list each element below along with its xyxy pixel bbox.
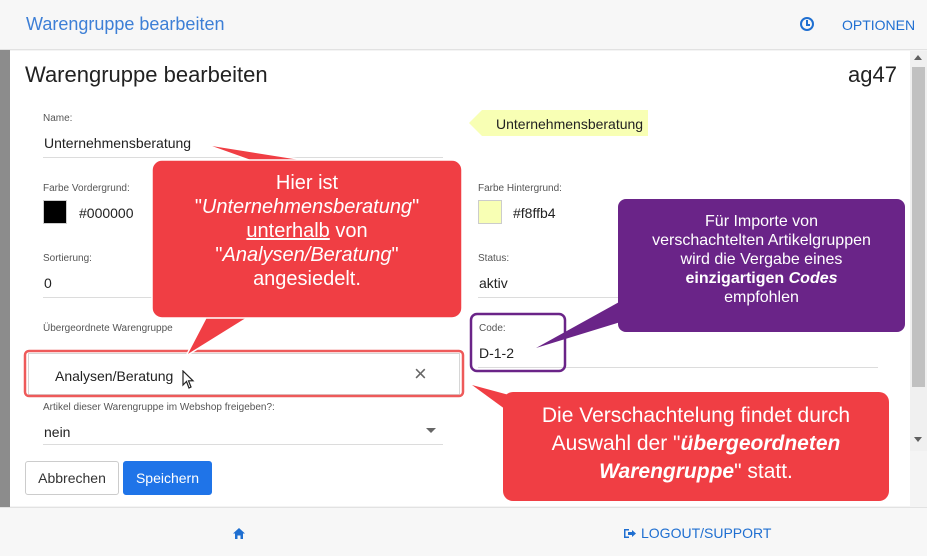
code-label: Code: bbox=[479, 323, 506, 334]
name-underline bbox=[43, 157, 443, 158]
scrollbar[interactable] bbox=[910, 51, 927, 451]
home-icon[interactable] bbox=[233, 528, 245, 539]
left-edge-bar bbox=[0, 50, 10, 510]
chevron-down-icon[interactable] bbox=[426, 428, 436, 433]
mouse-cursor-icon bbox=[182, 370, 195, 389]
app-title: Warengruppe bearbeiten bbox=[26, 14, 225, 34]
bg-color-swatch[interactable] bbox=[478, 200, 502, 224]
status-select[interactable]: aktiv bbox=[479, 275, 508, 291]
footer: LOGOUT/SUPPORT bbox=[0, 507, 927, 556]
options-link[interactable]: OPTIONEN bbox=[842, 17, 915, 33]
bg-color-input[interactable]: #f8ffb4 bbox=[513, 205, 556, 221]
parent-group-value: Analysen/Beratung bbox=[55, 368, 174, 384]
clear-icon[interactable]: × bbox=[414, 363, 427, 385]
callout-hierarchy-text: Hier ist "Unternehmensberatung" unterhal… bbox=[194, 172, 420, 290]
name-label: Name: bbox=[43, 113, 73, 124]
preview-tag: Unternehmensberatung bbox=[469, 110, 648, 136]
code-underline bbox=[478, 367, 878, 368]
fg-color-label: Farbe Vordergrund: bbox=[43, 183, 130, 194]
sort-label: Sortierung: bbox=[43, 253, 92, 264]
fg-color-swatch[interactable] bbox=[43, 200, 67, 224]
save-button[interactable]: Speichern bbox=[123, 461, 212, 495]
bg-color-label: Farbe Hintergrund: bbox=[478, 183, 562, 194]
status-label: Status: bbox=[478, 253, 510, 264]
logout-support-label: LOGOUT/SUPPORT bbox=[641, 525, 772, 541]
cancel-button[interactable]: Abbrechen bbox=[25, 461, 119, 495]
logout-support-link[interactable]: LOGOUT/SUPPORT bbox=[624, 525, 771, 541]
logout-icon bbox=[624, 529, 636, 538]
name-input[interactable]: Unternehmensberatung bbox=[44, 135, 191, 151]
panel-code-id: ag47 bbox=[848, 62, 897, 87]
top-bar: Warengruppe bearbeiten OPTIONEN bbox=[0, 0, 927, 50]
scroll-thumb[interactable] bbox=[912, 67, 925, 387]
panel-title: Warengruppe bearbeiten bbox=[25, 62, 268, 87]
sort-input[interactable]: 0 bbox=[44, 275, 52, 291]
parent-group-label: Übergeordnete Warengruppe bbox=[43, 323, 173, 334]
scroll-down-arrow-icon[interactable] bbox=[914, 437, 922, 442]
webshop-label: Artikel dieser Warengruppe im Webshop fr… bbox=[43, 402, 275, 413]
scroll-up-arrow-icon[interactable] bbox=[914, 55, 922, 60]
callout-code-hint-text: Für Importe von verschachtelten Artikelg… bbox=[652, 213, 871, 306]
preview-tag-label: Unternehmensberatung bbox=[496, 116, 644, 132]
code-input[interactable]: D-1-2 bbox=[479, 345, 514, 361]
callout-nesting-text: Die Verschachtelung findet durch Auswahl… bbox=[541, 404, 851, 483]
webshop-select[interactable]: nein bbox=[44, 424, 70, 440]
webshop-underline bbox=[43, 444, 443, 445]
status-underline bbox=[478, 297, 618, 298]
clock-icon[interactable] bbox=[800, 17, 814, 31]
fg-color-input[interactable]: #000000 bbox=[79, 205, 134, 221]
